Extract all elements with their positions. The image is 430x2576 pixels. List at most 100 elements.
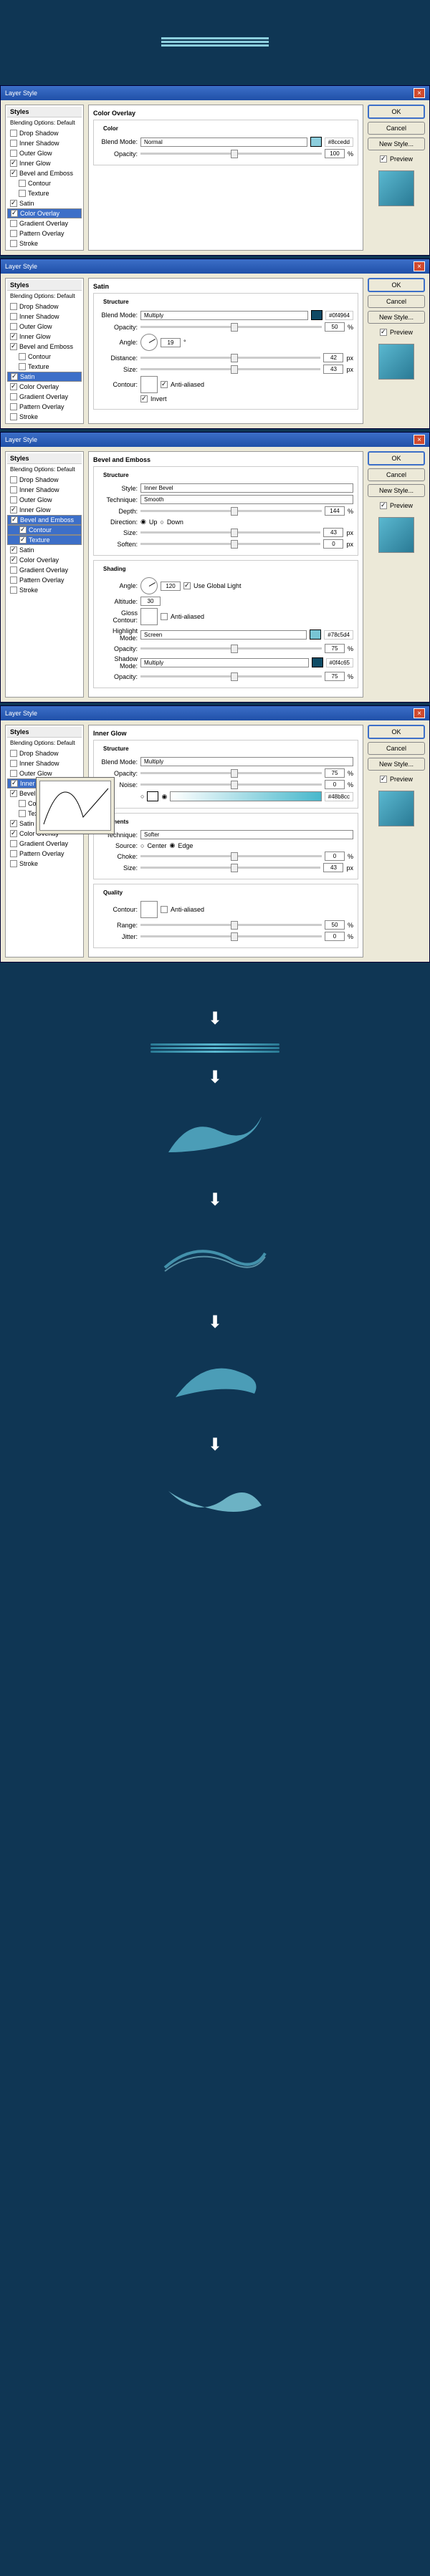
titlebar[interactable]: Layer Style × bbox=[1, 86, 429, 100]
color-swatch[interactable] bbox=[310, 137, 322, 147]
choke-input[interactable]: 0 bbox=[325, 852, 345, 861]
blend-mode-select[interactable]: Multiply bbox=[140, 757, 353, 766]
opacity-slider[interactable] bbox=[140, 326, 322, 328]
new-style-button[interactable]: New Style... bbox=[368, 758, 425, 771]
gloss-contour-picker[interactable] bbox=[140, 608, 158, 625]
style-item[interactable]: Stroke bbox=[7, 412, 82, 422]
technique-select[interactable]: Softer bbox=[140, 830, 353, 839]
titlebar[interactable]: Layer Style × bbox=[1, 259, 429, 274]
style-item[interactable]: Pattern Overlay bbox=[7, 402, 82, 412]
size-input[interactable]: 43 bbox=[323, 365, 343, 374]
preview-checkbox[interactable] bbox=[380, 329, 387, 336]
hl-opacity-input[interactable]: 75 bbox=[325, 644, 345, 653]
direction-up-radio[interactable]: ◉ bbox=[140, 518, 146, 526]
opacity-slider[interactable] bbox=[140, 153, 322, 155]
blend-mode-select[interactable]: Multiply bbox=[140, 311, 308, 320]
global-light-checkbox[interactable] bbox=[183, 582, 191, 589]
style-item[interactable]: Drop Shadow bbox=[7, 302, 82, 312]
preview-checkbox[interactable] bbox=[380, 502, 387, 509]
direction-down-radio[interactable]: ○ bbox=[160, 518, 163, 526]
cancel-button[interactable]: Cancel bbox=[368, 468, 425, 481]
altitude-input[interactable]: 30 bbox=[140, 597, 161, 606]
style-item-satin[interactable]: Satin bbox=[7, 372, 82, 382]
noise-input[interactable]: 0 bbox=[325, 780, 345, 789]
style-item-pattern-overlay[interactable]: Pattern Overlay bbox=[7, 228, 82, 238]
style-item-stroke[interactable]: Stroke bbox=[7, 238, 82, 249]
ok-button[interactable]: OK bbox=[368, 278, 425, 292]
ok-button[interactable]: OK bbox=[368, 725, 425, 739]
antialiased-checkbox[interactable] bbox=[161, 381, 168, 388]
cancel-button[interactable]: Cancel bbox=[368, 122, 425, 135]
close-icon[interactable]: × bbox=[414, 261, 425, 271]
technique-select[interactable]: Smooth bbox=[140, 495, 353, 504]
style-item-outer-glow[interactable]: Outer Glow bbox=[7, 148, 82, 158]
blend-mode-select[interactable]: Normal bbox=[140, 138, 307, 147]
style-item[interactable]: Gradient Overlay bbox=[7, 392, 82, 402]
range-input[interactable]: 50 bbox=[325, 920, 345, 930]
ok-button[interactable]: OK bbox=[368, 451, 425, 465]
shadow-mode-select[interactable]: Multiply bbox=[140, 658, 309, 667]
style-item-drop-shadow[interactable]: Drop Shadow bbox=[7, 128, 82, 138]
soften-input[interactable]: 0 bbox=[323, 539, 343, 549]
sh-opacity-input[interactable]: 75 bbox=[325, 672, 345, 681]
style-item-contour[interactable]: Contour bbox=[7, 178, 82, 188]
close-icon[interactable]: × bbox=[414, 435, 425, 445]
angle-dial[interactable] bbox=[140, 577, 158, 594]
ok-button[interactable]: OK bbox=[368, 105, 425, 119]
highlight-mode-select[interactable]: Screen bbox=[140, 630, 307, 640]
source-edge-radio[interactable]: ◉ bbox=[169, 841, 175, 849]
contour-curve[interactable] bbox=[39, 781, 111, 831]
gradient-radio[interactable]: ◉ bbox=[161, 793, 167, 801]
shadow-color-swatch[interactable] bbox=[312, 657, 323, 667]
titlebar[interactable]: Layer Style × bbox=[1, 706, 429, 720]
new-style-button[interactable]: New Style... bbox=[368, 138, 425, 150]
style-select[interactable]: Inner Bevel bbox=[140, 483, 353, 493]
style-item-bevel[interactable]: Bevel and Emboss bbox=[7, 168, 82, 178]
size-input[interactable]: 43 bbox=[323, 528, 343, 537]
style-item-gradient-overlay[interactable]: Gradient Overlay bbox=[7, 218, 82, 228]
contour-editor-popup[interactable] bbox=[36, 777, 115, 834]
size-input[interactable]: 43 bbox=[323, 863, 343, 872]
style-item-satin[interactable]: Satin bbox=[7, 198, 82, 208]
antialiased-checkbox[interactable] bbox=[161, 613, 168, 620]
preview-checkbox[interactable] bbox=[380, 776, 387, 783]
style-item[interactable]: Outer Glow bbox=[7, 322, 82, 332]
style-item-inner-glow[interactable]: Inner Glow bbox=[7, 158, 82, 168]
style-item[interactable]: Texture bbox=[7, 362, 82, 372]
style-item[interactable]: Inner Shadow bbox=[7, 312, 82, 322]
close-icon[interactable]: × bbox=[414, 88, 425, 98]
angle-input[interactable]: 120 bbox=[161, 582, 181, 591]
style-item-inner-shadow[interactable]: Inner Shadow bbox=[7, 138, 82, 148]
angle-input[interactable]: 19 bbox=[161, 338, 181, 347]
highlight-color-swatch[interactable] bbox=[310, 629, 321, 640]
opacity-input[interactable]: 75 bbox=[325, 768, 345, 778]
style-item-texture[interactable]: Texture bbox=[7, 188, 82, 198]
contour-picker[interactable] bbox=[140, 901, 158, 918]
gradient-picker[interactable] bbox=[170, 791, 321, 801]
distance-input[interactable]: 42 bbox=[323, 353, 343, 362]
size-slider[interactable] bbox=[140, 368, 320, 370]
source-center-radio[interactable]: ○ bbox=[140, 842, 144, 849]
contour-picker[interactable] bbox=[140, 376, 158, 393]
new-style-button[interactable]: New Style... bbox=[368, 484, 425, 497]
style-item[interactable]: Bevel and Emboss bbox=[7, 342, 82, 352]
close-icon[interactable]: × bbox=[414, 708, 425, 718]
jitter-input[interactable]: 0 bbox=[325, 932, 345, 941]
style-item[interactable]: Blending Options: Default bbox=[7, 291, 82, 302]
new-style-button[interactable]: New Style... bbox=[368, 311, 425, 324]
style-item-bevel[interactable]: Bevel and Emboss bbox=[7, 515, 82, 525]
style-item[interactable]: Contour bbox=[7, 352, 82, 362]
depth-input[interactable]: 144 bbox=[325, 506, 345, 516]
opacity-input[interactable]: 50 bbox=[325, 322, 345, 332]
style-item[interactable]: Blending Options: Default bbox=[7, 117, 82, 128]
style-item-color-overlay[interactable]: Color Overlay bbox=[7, 208, 82, 218]
color-radio[interactable]: ○ bbox=[140, 793, 144, 800]
cancel-button[interactable]: Cancel bbox=[368, 742, 425, 755]
opacity-input[interactable]: 100 bbox=[325, 149, 345, 158]
distance-slider[interactable] bbox=[140, 357, 320, 359]
preview-checkbox[interactable] bbox=[380, 155, 387, 163]
antialiased-checkbox[interactable] bbox=[161, 906, 168, 913]
invert-checkbox[interactable] bbox=[140, 395, 148, 402]
style-item[interactable]: Inner Glow bbox=[7, 332, 82, 342]
color-swatch[interactable] bbox=[311, 310, 322, 320]
